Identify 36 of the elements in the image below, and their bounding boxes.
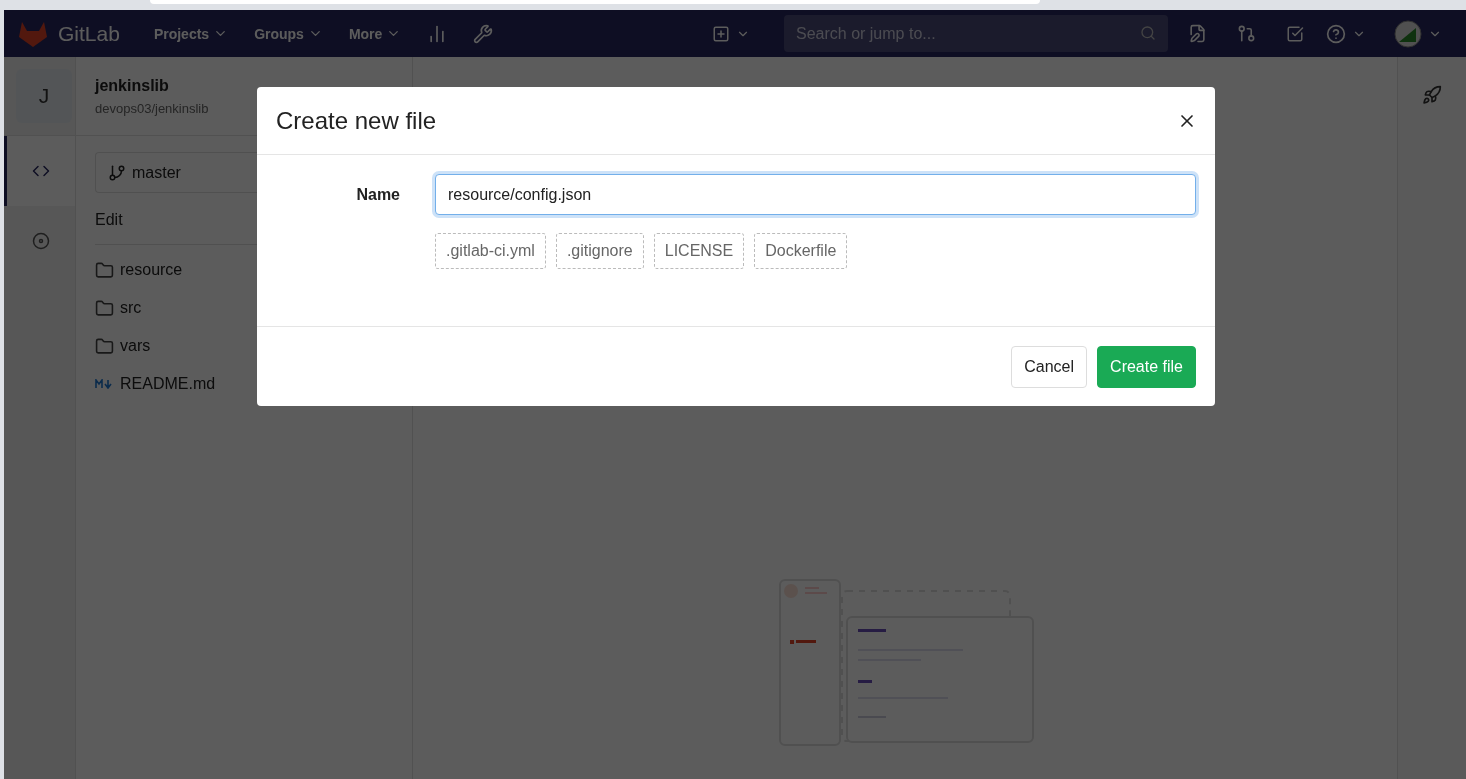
avatar-icon [1394, 19, 1422, 48]
code-tab[interactable] [4, 136, 75, 206]
template-button[interactable]: .gitignore [555, 233, 644, 269]
folder-icon [95, 260, 114, 280]
merge-request-icon[interactable] [1237, 24, 1256, 43]
todo-icon[interactable] [1286, 24, 1304, 43]
file-name[interactable]: vars [120, 337, 151, 355]
template-button[interactable]: Dockerfile [754, 233, 848, 269]
create-button[interactable]: Create file [1097, 345, 1196, 388]
field-label: Name [356, 185, 400, 204]
nav-menu[interactable]: Groups [254, 25, 323, 42]
project-avatar[interactable]: J [16, 69, 72, 123]
file-name-input[interactable]: resource/config.json [435, 174, 1196, 215]
help-button[interactable] [1326, 23, 1366, 44]
file-name[interactable]: src [120, 299, 142, 317]
file-name[interactable]: README.md [120, 375, 216, 393]
rocket-icon[interactable] [1422, 85, 1442, 105]
user-menu-button[interactable] [1394, 19, 1442, 48]
nav-menu[interactable]: Projects [153, 25, 229, 42]
template-button[interactable]: .gitlab-ci.yml [435, 233, 546, 269]
cancel-button[interactable]: Cancel [1011, 345, 1088, 388]
plus-icon [712, 24, 730, 43]
edit-file-icon[interactable] [1188, 24, 1207, 43]
dialog-title: Create new file [276, 106, 437, 135]
nav-menu[interactable]: More [348, 25, 402, 42]
search-icon [1140, 25, 1156, 41]
question-icon [1326, 23, 1346, 44]
template-button[interactable]: LICENSE [653, 233, 745, 269]
branch-icon [108, 163, 126, 182]
folder-icon [95, 336, 114, 356]
brand-name[interactable]: GitLab [58, 21, 120, 46]
folder-icon [95, 298, 114, 318]
file-name[interactable]: resource [120, 261, 183, 279]
markdown-icon [95, 379, 114, 389]
wrench-icon[interactable] [473, 23, 494, 44]
new-item-button[interactable] [712, 24, 750, 43]
